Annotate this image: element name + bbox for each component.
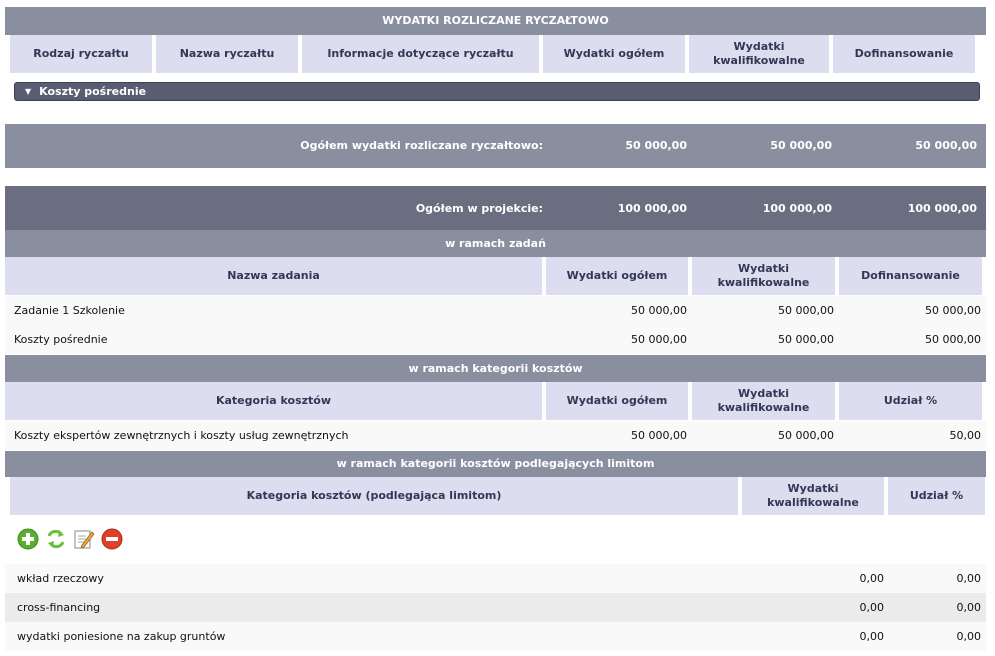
- koszty-posrednie-toggle[interactable]: ▼ Koszty pośrednie: [14, 82, 980, 101]
- table-row: Koszty pośrednie 50 000,00 50 000,00 50 …: [5, 325, 986, 354]
- zadanie-ogolem: 50 000,00: [631, 304, 687, 317]
- zadanie-ogolem: 50 000,00: [631, 333, 687, 346]
- table-row[interactable]: cross-financing 0,00 0,00: [5, 593, 986, 622]
- kategoria-ogolem: 50 000,00: [631, 429, 687, 442]
- col-nazwa-ryczaltu: Nazwa ryczałtu: [156, 35, 298, 73]
- col-wydatki-ogolem: Wydatki ogółem: [543, 35, 685, 73]
- limit-kwal: 0,00: [859, 630, 885, 643]
- ryczalt-section-title: WYDATKI ROZLICZANE RYCZAŁTOWO: [5, 7, 986, 35]
- limity-toolbar: [17, 528, 123, 550]
- zadania-header-row: Nazwa zadania Wydatki ogółem Wydatki kwa…: [5, 257, 982, 295]
- edit-icon[interactable]: [73, 528, 95, 550]
- limit-kwal: 0,00: [859, 601, 885, 614]
- limit-udzial: 0,00: [956, 572, 982, 585]
- summary-ryczalt-label: Ogółem wydatki rozliczane ryczałtowo:: [300, 139, 543, 152]
- summary-ryczalt-dofin: 50 000,00: [915, 139, 977, 152]
- limity-header-row: Kategoria kosztów (podlegająca limitom) …: [10, 477, 985, 515]
- summary-projekt-label: Ogółem w projekcie:: [415, 202, 543, 215]
- col-limity-kwal: Wydatki kwalifikowalne: [742, 477, 884, 515]
- kategoria-udzial: 50,00: [949, 429, 982, 442]
- col-kategoria-limitowana: Kategoria kosztów (podlegająca limitom): [10, 477, 738, 515]
- add-icon[interactable]: [17, 528, 39, 550]
- delete-icon[interactable]: [101, 528, 123, 550]
- limit-udzial: 0,00: [956, 630, 982, 643]
- col-zadania-dofin: Dofinansowanie: [839, 257, 982, 295]
- zadanie-dofin: 50 000,00: [925, 304, 981, 317]
- col-kategorie-udzial: Udział %: [839, 382, 982, 420]
- zadanie-kwal: 50 000,00: [778, 304, 834, 317]
- zadanie-kwal: 50 000,00: [778, 333, 834, 346]
- summary-ryczalt-kwal: 50 000,00: [770, 139, 832, 152]
- kategorie-section-title: w ramach kategorii kosztów: [5, 355, 986, 382]
- col-wydatki-kwalifikowalne: Wydatki kwalifikowalne: [689, 35, 829, 73]
- kategoria-kwal: 50 000,00: [778, 429, 834, 442]
- table-row: Zadanie 1 Szkolenie 50 000,00 50 000,00 …: [5, 296, 986, 325]
- col-kategoria-kosztow: Kategoria kosztów: [5, 382, 542, 420]
- summary-ryczalt-row: Ogółem wydatki rozliczane ryczałtowo: 50…: [5, 124, 986, 168]
- zadanie-dofin: 50 000,00: [925, 333, 981, 346]
- col-zadania-ogolem: Wydatki ogółem: [546, 257, 688, 295]
- limity-section-title: w ramach kategorii kosztów podlegających…: [5, 451, 986, 477]
- zadanie-nazwa: Zadanie 1 Szkolenie: [14, 304, 125, 317]
- limit-udzial: 0,00: [956, 601, 982, 614]
- kategoria-nazwa: Koszty ekspertów zewnętrznych i koszty u…: [14, 429, 349, 442]
- limit-kategoria: cross-financing: [17, 601, 101, 614]
- koszty-posrednie-label: Koszty pośrednie: [39, 85, 147, 98]
- col-kategorie-kwal: Wydatki kwalifikowalne: [692, 382, 835, 420]
- col-rodzaj-ryczaltu: Rodzaj ryczałtu: [10, 35, 152, 73]
- table-row[interactable]: wkład rzeczowy 0,00 0,00: [5, 564, 986, 593]
- summary-projekt-kwal: 100 000,00: [762, 202, 832, 215]
- table-row[interactable]: wydatki poniesione na zakup gruntów 0,00…: [5, 622, 986, 651]
- col-nazwa-zadania: Nazwa zadania: [5, 257, 542, 295]
- budget-summary-panel: WYDATKI ROZLICZANE RYCZAŁTOWO Rodzaj ryc…: [0, 0, 995, 656]
- summary-ryczalt-ogolem: 50 000,00: [625, 139, 687, 152]
- zadanie-nazwa: Koszty pośrednie: [14, 333, 108, 346]
- summary-projekt-dofin: 100 000,00: [907, 202, 977, 215]
- limit-kategoria: wydatki poniesione na zakup gruntów: [17, 630, 226, 643]
- col-informacje-ryczaltu: Informacje dotyczące ryczałtu: [302, 35, 539, 73]
- col-zadania-kwal: Wydatki kwalifikowalne: [692, 257, 835, 295]
- refresh-icon[interactable]: [45, 528, 67, 550]
- triangle-down-icon: ▼: [25, 87, 32, 96]
- limit-kategoria: wkład rzeczowy: [17, 572, 104, 585]
- kategorie-header-row: Kategoria kosztów Wydatki ogółem Wydatki…: [5, 382, 982, 420]
- limit-kwal: 0,00: [859, 572, 885, 585]
- col-limity-udzial: Udział %: [888, 477, 985, 515]
- ryczalt-header-row: Rodzaj ryczałtu Nazwa ryczałtu Informacj…: [10, 35, 975, 73]
- summary-projekt-row: Ogółem w projekcie: 100 000,00 100 000,0…: [5, 186, 986, 230]
- zadania-section-title: w ramach zadań: [5, 230, 986, 257]
- summary-projekt-ogolem: 100 000,00: [617, 202, 687, 215]
- table-row: Koszty ekspertów zewnętrznych i koszty u…: [5, 421, 986, 450]
- col-kategorie-ogolem: Wydatki ogółem: [546, 382, 688, 420]
- col-dofinansowanie: Dofinansowanie: [833, 35, 975, 73]
